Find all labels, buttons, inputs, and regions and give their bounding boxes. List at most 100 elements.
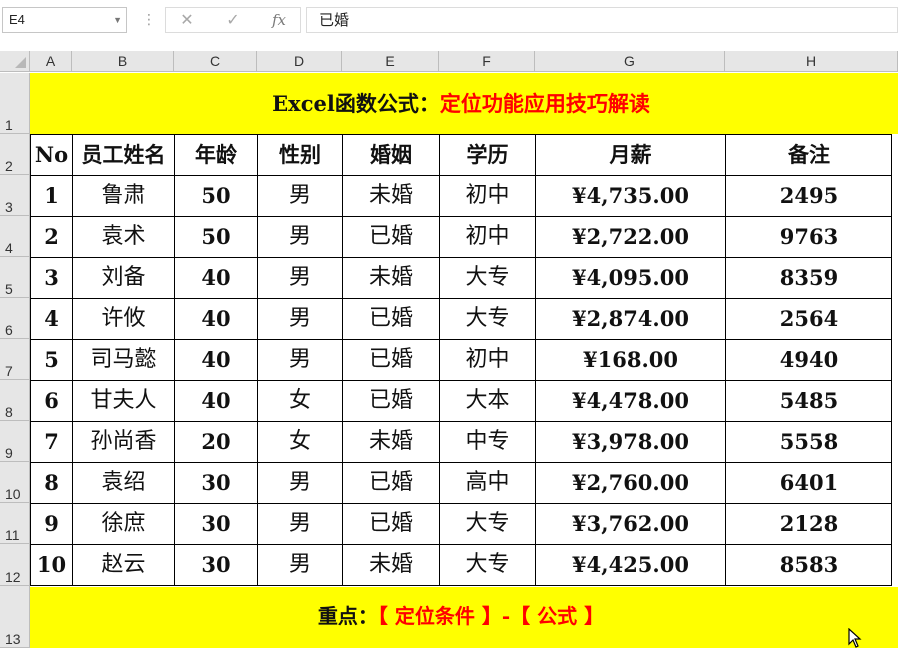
table-cell-no[interactable]: 9 (31, 503, 72, 544)
insert-function-icon[interactable]: fx (264, 8, 294, 32)
cancel-icon[interactable]: ✕ (172, 8, 202, 32)
table-cell-marital[interactable]: 已婚 (343, 339, 439, 380)
row-header-5[interactable]: 5 (0, 257, 30, 298)
table-cell-gender[interactable]: 男 (258, 503, 342, 544)
table-cell-no[interactable]: 5 (31, 339, 72, 380)
table-cell-note[interactable]: 5485 (726, 380, 892, 421)
table-header-name[interactable]: 员工姓名 (73, 134, 174, 175)
table-header-note[interactable]: 备注 (726, 134, 892, 175)
table-cell-gender[interactable]: 女 (258, 421, 342, 462)
row-header-10[interactable]: 10 (0, 462, 30, 503)
table-cell-gender[interactable]: 男 (258, 216, 342, 257)
table-cell-name[interactable]: 鲁肃 (73, 175, 174, 216)
table-cell-age[interactable]: 50 (175, 175, 257, 216)
table-cell-no[interactable]: 8 (31, 462, 72, 503)
more-options-icon[interactable]: ⋮ (142, 10, 156, 30)
row-header-8[interactable]: 8 (0, 380, 30, 421)
table-cell-salary[interactable]: ¥3,762.00 (536, 503, 725, 544)
table-cell-marital[interactable]: 未婚 (343, 175, 439, 216)
row-header-13[interactable]: 13 (0, 586, 30, 648)
row-header-11[interactable]: 11 (0, 503, 30, 544)
table-cell-note[interactable]: 2495 (726, 175, 892, 216)
formula-input[interactable]: 已婚 (306, 7, 898, 33)
table-cell-age[interactable]: 20 (175, 421, 257, 462)
column-header-b[interactable]: B (72, 51, 174, 72)
table-cell-salary[interactable]: ¥2,874.00 (536, 298, 725, 339)
table-cell-note[interactable]: 2564 (726, 298, 892, 339)
table-header-marital[interactable]: 婚姻 (343, 134, 439, 175)
table-cell-no[interactable]: 10 (31, 544, 72, 585)
table-header-gender[interactable]: 性别 (258, 134, 342, 175)
table-cell-name[interactable]: 孙尚香 (73, 421, 174, 462)
column-header-g[interactable]: G (535, 51, 725, 72)
table-cell-no[interactable]: 7 (31, 421, 72, 462)
table-cell-note[interactable]: 8359 (726, 257, 892, 298)
table-cell-marital[interactable]: 未婚 (343, 544, 439, 585)
table-cell-education[interactable]: 大专 (440, 544, 535, 585)
table-cell-no[interactable]: 4 (31, 298, 72, 339)
column-header-e[interactable]: E (342, 51, 439, 72)
row-header-9[interactable]: 9 (0, 421, 30, 462)
table-header-no[interactable]: No (31, 134, 72, 175)
table-cell-salary[interactable]: ¥168.00 (536, 339, 725, 380)
table-cell-salary[interactable]: ¥4,095.00 (536, 257, 725, 298)
row-header-6[interactable]: 6 (0, 298, 30, 339)
row-header-2[interactable]: 2 (0, 134, 30, 175)
table-cell-note[interactable]: 2128 (726, 503, 892, 544)
table-cell-education[interactable]: 大专 (440, 298, 535, 339)
table-header-age[interactable]: 年龄 (175, 134, 257, 175)
table-cell-age[interactable]: 30 (175, 503, 257, 544)
table-cell-gender[interactable]: 男 (258, 462, 342, 503)
table-cell-name[interactable]: 刘备 (73, 257, 174, 298)
table-cell-marital[interactable]: 未婚 (343, 257, 439, 298)
table-cell-name[interactable]: 许攸 (73, 298, 174, 339)
row-header-12[interactable]: 12 (0, 544, 30, 586)
table-cell-age[interactable]: 30 (175, 462, 257, 503)
table-cell-marital[interactable]: 已婚 (343, 503, 439, 544)
table-cell-salary[interactable]: ¥4,735.00 (536, 175, 725, 216)
table-cell-note[interactable]: 4940 (726, 339, 892, 380)
enter-icon[interactable]: ✓ (218, 8, 248, 32)
table-cell-gender[interactable]: 男 (258, 175, 342, 216)
table-cell-gender[interactable]: 男 (258, 339, 342, 380)
table-cell-education[interactable]: 大专 (440, 503, 535, 544)
table-cell-marital[interactable]: 已婚 (343, 216, 439, 257)
column-header-f[interactable]: F (439, 51, 535, 72)
column-header-d[interactable]: D (257, 51, 342, 72)
table-cell-name[interactable]: 甘夫人 (73, 380, 174, 421)
table-header-salary[interactable]: 月薪 (536, 134, 725, 175)
table-cell-age[interactable]: 40 (175, 339, 257, 380)
table-cell-age[interactable]: 40 (175, 257, 257, 298)
table-cell-name[interactable]: 袁术 (73, 216, 174, 257)
table-cell-education[interactable]: 大专 (440, 257, 535, 298)
table-cell-education[interactable]: 高中 (440, 462, 535, 503)
table-cell-education[interactable]: 中专 (440, 421, 535, 462)
row-header-4[interactable]: 4 (0, 216, 30, 257)
table-cell-gender[interactable]: 男 (258, 257, 342, 298)
column-header-a[interactable]: A (30, 51, 72, 72)
table-cell-no[interactable]: 6 (31, 380, 72, 421)
table-cell-marital[interactable]: 已婚 (343, 462, 439, 503)
row-header-1[interactable]: 1 (0, 73, 30, 134)
table-cell-marital[interactable]: 已婚 (343, 298, 439, 339)
table-cell-gender[interactable]: 男 (258, 298, 342, 339)
table-cell-age[interactable]: 40 (175, 380, 257, 421)
table-cell-no[interactable]: 3 (31, 257, 72, 298)
table-cell-salary[interactable]: ¥4,425.00 (536, 544, 725, 585)
chevron-down-icon[interactable]: ▼ (113, 8, 122, 32)
table-cell-name[interactable]: 徐庶 (73, 503, 174, 544)
name-box[interactable]: E4 ▼ (2, 7, 127, 33)
table-cell-gender[interactable]: 女 (258, 380, 342, 421)
table-cell-note[interactable]: 8583 (726, 544, 892, 585)
table-cell-gender[interactable]: 男 (258, 544, 342, 585)
table-cell-note[interactable]: 6401 (726, 462, 892, 503)
row-header-7[interactable]: 7 (0, 339, 30, 380)
table-cell-marital[interactable]: 已婚 (343, 380, 439, 421)
table-cell-age[interactable]: 30 (175, 544, 257, 585)
table-cell-education[interactable]: 初中 (440, 216, 535, 257)
table-cell-education[interactable]: 初中 (440, 175, 535, 216)
table-cell-age[interactable]: 40 (175, 298, 257, 339)
table-cell-salary[interactable]: ¥4,478.00 (536, 380, 725, 421)
table-cell-salary[interactable]: ¥2,722.00 (536, 216, 725, 257)
table-cell-education[interactable]: 大本 (440, 380, 535, 421)
